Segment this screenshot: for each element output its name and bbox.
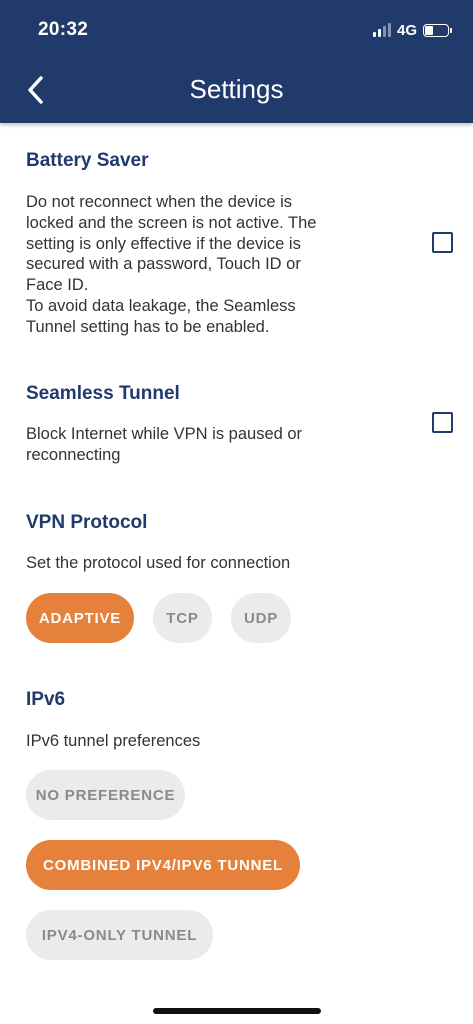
- battery-saver-checkbox[interactable]: [432, 232, 453, 253]
- ipv6-description: IPv6 tunnel preferences: [26, 732, 201, 750]
- battery-icon: [423, 23, 452, 37]
- ipv6-option-ipv4-only[interactable]: IPV4-ONLY TUNNEL: [26, 910, 213, 960]
- protocol-option-udp[interactable]: UDP: [231, 593, 291, 643]
- protocol-option-adaptive[interactable]: ADAPTIVE: [26, 593, 134, 643]
- battery-saver-line: Face ID.: [26, 276, 89, 295]
- battery-saver-line: Do not reconnect when the device is: [26, 193, 292, 211]
- battery-saver-line: To avoid data leakage, the Seamless: [26, 296, 296, 315]
- signal-icon: [372, 23, 391, 37]
- battery-saver-line: secured with a password, Touch ID or: [26, 255, 301, 274]
- battery-saver-line: Tunnel setting has to be enabled.: [26, 317, 270, 336]
- ipv6-option-combined[interactable]: COMBINED IPV4/IPV6 TUNNEL: [26, 840, 300, 890]
- app-header: 20:32 4G Settings: [0, 0, 473, 123]
- network-label: 4G: [396, 21, 417, 39]
- battery-saver-line: locked and the screen is not active. The: [26, 213, 317, 232]
- seamless-tunnel-line: reconnecting: [26, 445, 121, 464]
- vpn-protocol-title: VPN Protocol: [26, 512, 148, 533]
- battery-saver-title: Battery Saver: [26, 150, 149, 171]
- protocol-option-tcp[interactable]: TCP: [153, 593, 212, 643]
- page-title: Settings: [189, 74, 284, 104]
- ipv6-title: IPv6: [26, 689, 66, 710]
- vpn-protocol-description: Set the protocol used for connection: [26, 554, 291, 572]
- home-indicator: [153, 1008, 321, 1014]
- seamless-tunnel-title: Seamless Tunnel: [26, 383, 180, 404]
- battery-saver-description: Do not reconnect when the device is lock…: [26, 192, 356, 338]
- status-icons: 4G: [372, 20, 452, 40]
- status-time: 20:32: [38, 19, 89, 40]
- battery-saver-line: setting is only effective if the device …: [26, 234, 301, 253]
- seamless-tunnel-line: Block Internet while VPN is paused or: [26, 425, 303, 443]
- ipv6-option-no-preference[interactable]: NO PREFERENCE: [26, 770, 185, 820]
- seamless-tunnel-description: Block Internet while VPN is paused or re…: [26, 424, 356, 466]
- seamless-tunnel-checkbox[interactable]: [432, 412, 453, 433]
